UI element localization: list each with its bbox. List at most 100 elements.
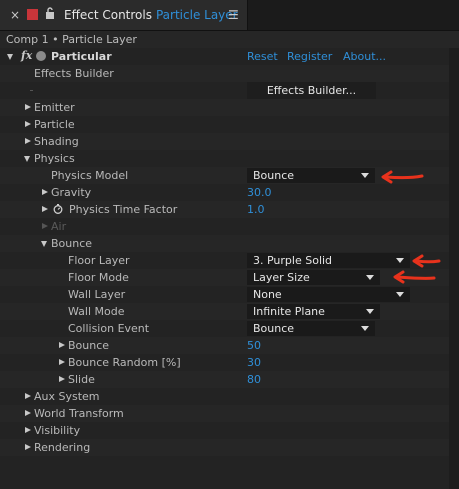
expand-icon[interactable] <box>59 376 65 382</box>
slide-row: Slide 80 <box>0 371 449 388</box>
group-label: Emitter <box>34 101 75 114</box>
bounce-random-row: Bounce Random [%] 30 <box>0 354 449 371</box>
panel-menu-icon[interactable]: ☰ <box>228 8 239 22</box>
physics-model-dropdown[interactable]: Bounce <box>247 168 375 183</box>
chevron-down-icon <box>396 292 404 297</box>
effect-name: Particular <box>51 50 112 63</box>
layer-color-swatch <box>27 9 38 20</box>
group-label: Visibility <box>34 424 81 437</box>
collision-event-label: Collision Event <box>68 322 150 335</box>
breadcrumb: Comp 1 • Particle Layer <box>6 33 137 46</box>
panel-titlebar: × Effect Controls Particle Layer ☰ <box>0 0 459 31</box>
chevron-down-icon <box>361 326 369 331</box>
floor-mode-label: Floor Mode <box>68 271 129 284</box>
tree-connector <box>30 90 33 91</box>
gravity-row: Gravity 30.0 <box>0 184 449 201</box>
expand-icon[interactable] <box>25 410 31 416</box>
floor-mode-value: Layer Size <box>253 271 310 284</box>
physics-time-factor-value[interactable]: 1.0 <box>247 203 265 216</box>
bounce-label: Bounce <box>68 339 110 352</box>
collision-event-value: Bounce <box>253 322 295 335</box>
collision-event-dropdown[interactable]: Bounce <box>247 321 375 336</box>
expand-icon[interactable] <box>25 427 31 433</box>
floor-layer-label: Floor Layer <box>68 254 130 267</box>
stopwatch-icon[interactable] <box>53 204 63 214</box>
wall-mode-dropdown[interactable]: Infinite Plane <box>247 304 380 319</box>
effect-header-row[interactable]: fx Particular Reset Register About... <box>0 48 449 65</box>
floor-mode-dropdown[interactable]: Layer Size <box>247 270 380 285</box>
group-rendering[interactable]: Rendering <box>0 439 449 456</box>
collapse-effect-icon[interactable] <box>7 54 13 60</box>
reset-link[interactable]: Reset <box>247 50 278 63</box>
wall-mode-label: Wall Mode <box>68 305 125 318</box>
close-icon[interactable]: × <box>10 8 20 22</box>
plugin-icon <box>36 51 46 61</box>
group-physics[interactable]: Physics <box>0 150 449 167</box>
group-visibility[interactable]: Visibility <box>0 422 449 439</box>
group-label: Bounce <box>51 237 93 250</box>
group-shading[interactable]: Shading <box>0 133 449 150</box>
group-particle[interactable]: Particle <box>0 116 449 133</box>
chevron-down-icon <box>366 309 374 314</box>
gravity-value[interactable]: 30.0 <box>247 186 272 199</box>
expand-icon[interactable] <box>25 393 31 399</box>
lock-icon[interactable] <box>45 7 55 20</box>
effects-builder-button[interactable]: Effects Builder... <box>247 82 376 99</box>
expand-icon[interactable] <box>25 138 31 144</box>
floor-mode-row: Floor Mode Layer Size <box>0 269 449 286</box>
expand-icon[interactable] <box>25 104 31 110</box>
physics-model-value: Bounce <box>253 169 295 182</box>
gravity-label: Gravity <box>51 186 92 199</box>
chevron-down-icon <box>366 275 374 280</box>
group-aux-system[interactable]: Aux System <box>0 388 449 405</box>
comp-breadcrumb-bar: Comp 1 • Particle Layer <box>0 31 459 49</box>
floor-layer-dropdown[interactable]: 3. Purple Solid <box>247 253 410 268</box>
group-label: Shading <box>34 135 79 148</box>
collision-event-row: Collision Event Bounce <box>0 320 449 337</box>
tab-title: Effect Controls Particle Layer <box>64 8 238 22</box>
bounce-random-label: Bounce Random [%] <box>68 356 181 369</box>
expand-icon[interactable] <box>25 121 31 127</box>
tab-effect-controls[interactable]: × Effect Controls Particle Layer ☰ <box>0 0 248 30</box>
group-label: Physics <box>34 152 75 165</box>
bounce-random-value[interactable]: 30 <box>247 356 261 369</box>
group-bounce[interactable]: Bounce <box>0 235 449 252</box>
slide-label: Slide <box>68 373 95 386</box>
slide-value[interactable]: 80 <box>247 373 261 386</box>
expand-icon[interactable] <box>59 342 65 348</box>
group-label: Particle <box>34 118 75 131</box>
expand-icon[interactable] <box>25 444 31 450</box>
tab-layer-name: Particle Layer <box>155 8 238 22</box>
effects-builder-button-row: Effects Builder... <box>0 82 449 99</box>
group-emitter[interactable]: Emitter <box>0 99 449 116</box>
wall-layer-label: Wall Layer <box>68 288 126 301</box>
floor-layer-value: 3. Purple Solid <box>253 254 333 267</box>
wall-layer-dropdown[interactable]: None <box>247 287 410 302</box>
register-link[interactable]: Register <box>287 50 332 63</box>
wall-mode-value: Infinite Plane <box>253 305 325 318</box>
group-air: Air <box>0 218 449 235</box>
collapse-icon[interactable] <box>24 156 30 162</box>
group-label: Aux System <box>34 390 100 403</box>
physics-model-label: Physics Model <box>51 169 129 182</box>
group-label: World Transform <box>34 407 124 420</box>
expand-icon[interactable] <box>59 359 65 365</box>
chevron-down-icon <box>396 258 404 263</box>
effect-controls-panel: fx Particular Reset Register About... Ef… <box>0 48 449 489</box>
fx-toggle-icon[interactable]: fx <box>21 49 32 62</box>
chevron-down-icon <box>361 173 369 178</box>
effects-builder-label: Effects Builder <box>34 67 114 80</box>
expand-icon <box>42 223 48 229</box>
expand-icon[interactable] <box>42 189 48 195</box>
floor-layer-row: Floor Layer 3. Purple Solid <box>0 252 449 269</box>
group-world-transform[interactable]: World Transform <box>0 405 449 422</box>
annotation-arrow-icon <box>393 270 436 284</box>
annotation-arrow-icon <box>412 254 441 268</box>
wall-layer-row: Wall Layer None <box>0 286 449 303</box>
physics-time-factor-row: Physics Time Factor 1.0 <box>0 201 449 218</box>
expand-icon[interactable] <box>42 206 48 212</box>
group-label: Rendering <box>34 441 91 454</box>
collapse-icon[interactable] <box>41 241 47 247</box>
about-link[interactable]: About... <box>343 50 386 63</box>
bounce-value[interactable]: 50 <box>247 339 261 352</box>
